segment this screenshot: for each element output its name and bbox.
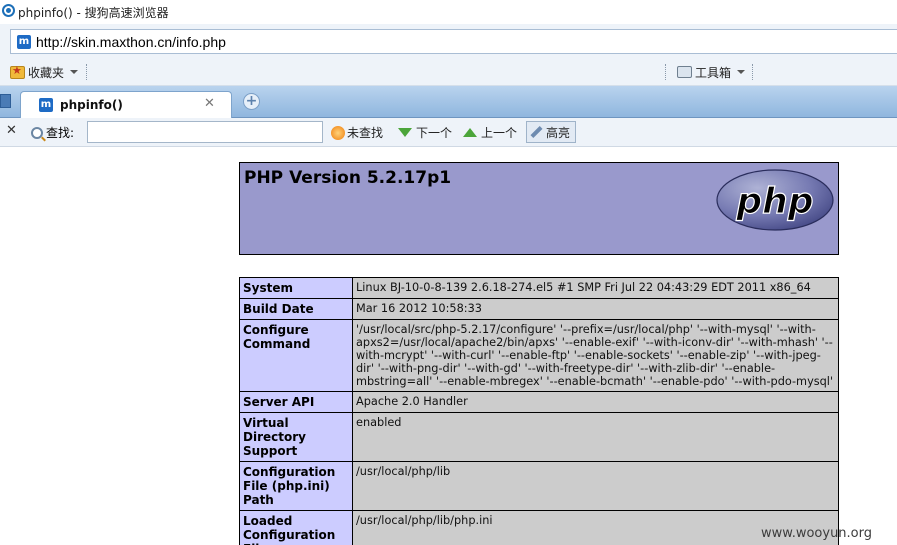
php-logo-icon: php (716, 169, 834, 231)
tab-favicon-icon: m (39, 98, 53, 112)
info-key: Virtual Directory Support (239, 412, 353, 462)
table-row: Configuration File (php.ini) Path /usr/l… (239, 461, 839, 511)
php-info-table: System Linux BJ-10-0-8-139 2.6.18-274.el… (239, 277, 839, 545)
table-row: Virtual Directory Support enabled (239, 412, 839, 462)
tab-list-icon[interactable] (0, 94, 11, 108)
info-value: /usr/local/php/lib (352, 461, 839, 511)
address-bar: m http://skin.maxthon.cn/info.php (0, 24, 897, 58)
info-value: Mar 16 2012 10:58:33 (352, 298, 839, 320)
divider (752, 64, 753, 80)
table-row: Loaded Configuration File /usr/local/php… (239, 510, 839, 545)
url-input[interactable]: m http://skin.maxthon.cn/info.php (10, 29, 897, 54)
not-found-icon (331, 125, 345, 140)
tab-phpinfo[interactable]: m phpinfo() ✕ (20, 91, 232, 118)
divider (665, 64, 666, 80)
not-found-button[interactable]: 未查找 (331, 124, 383, 141)
find-input[interactable] (87, 121, 323, 143)
find-next-button[interactable]: 下一个 (398, 124, 452, 141)
tab-bar: m phpinfo() ✕ + (0, 86, 897, 118)
tab-label: phpinfo() (60, 98, 123, 112)
favorites-button[interactable]: 收藏夹 (10, 63, 79, 81)
new-tab-icon[interactable]: + (243, 93, 260, 110)
info-key: Build Date (239, 298, 353, 320)
table-row: Build Date Mar 16 2012 10:58:33 (239, 298, 839, 320)
chevron-down-icon (70, 70, 79, 74)
arrow-down-icon (398, 128, 412, 137)
php-logo-text: php (735, 181, 813, 222)
window-title: phpinfo() - 搜狗高速浏览器 (18, 6, 169, 20)
url-text[interactable]: http://skin.maxthon.cn/info.php (36, 34, 226, 50)
favorites-folder-icon (10, 64, 25, 79)
info-key: Server API (239, 391, 353, 413)
find-label-text: 查找: (46, 126, 75, 140)
close-tab-icon[interactable]: ✕ (204, 96, 215, 111)
highlight-button[interactable]: 高亮 (526, 121, 576, 143)
watermark: www.wooyun.org (761, 526, 873, 541)
info-value: Apache 2.0 Handler (352, 391, 839, 413)
page-content: PHP Version 5.2.17p1 php System Linux BJ… (0, 147, 897, 545)
chevron-down-icon (737, 70, 746, 74)
info-value: enabled (352, 412, 839, 462)
find-prev-button[interactable]: 上一个 (463, 124, 517, 141)
info-key: Configure Command (239, 319, 353, 392)
title-bar: phpinfo() - 搜狗高速浏览器 (0, 0, 897, 24)
highlighter-icon (530, 125, 543, 139)
browser-logo-icon (2, 4, 15, 17)
info-key: System (239, 277, 353, 299)
arrow-up-icon (463, 128, 477, 137)
divider (86, 64, 87, 80)
php-version-header: PHP Version 5.2.17p1 php (239, 162, 839, 255)
close-find-icon[interactable]: ✕ (6, 123, 17, 138)
site-favicon-icon: m (17, 35, 31, 49)
toolbox-button[interactable]: 工具箱 (677, 63, 746, 81)
favorites-label: 收藏夹 (28, 65, 65, 80)
toolbox-label: 工具箱 (695, 65, 732, 80)
favorites-bar: 收藏夹 工具箱 (0, 58, 897, 86)
info-key: Configuration File (php.ini) Path (239, 461, 353, 511)
find-prev-label: 上一个 (481, 126, 518, 140)
info-value: '/usr/local/src/php-5.2.17/configure' '-… (352, 319, 839, 392)
table-row: Configure Command '/usr/local/src/php-5.… (239, 319, 839, 392)
info-value: Linux BJ-10-0-8-139 2.6.18-274.el5 #1 SM… (352, 277, 839, 299)
table-row: Server API Apache 2.0 Handler (239, 391, 839, 413)
toolbox-icon (677, 66, 692, 78)
info-key: Loaded Configuration File (239, 510, 353, 545)
highlight-label: 高亮 (546, 125, 571, 140)
not-found-label: 未查找 (347, 126, 384, 140)
find-bar: ✕ 查找: 未查找 下一个 上一个 高亮 (0, 118, 897, 147)
find-label: 查找: (31, 124, 74, 141)
page-title: PHP Version 5.2.17p1 (244, 168, 452, 188)
search-icon (31, 126, 43, 139)
find-next-label: 下一个 (416, 126, 453, 140)
table-row: System Linux BJ-10-0-8-139 2.6.18-274.el… (239, 277, 839, 299)
